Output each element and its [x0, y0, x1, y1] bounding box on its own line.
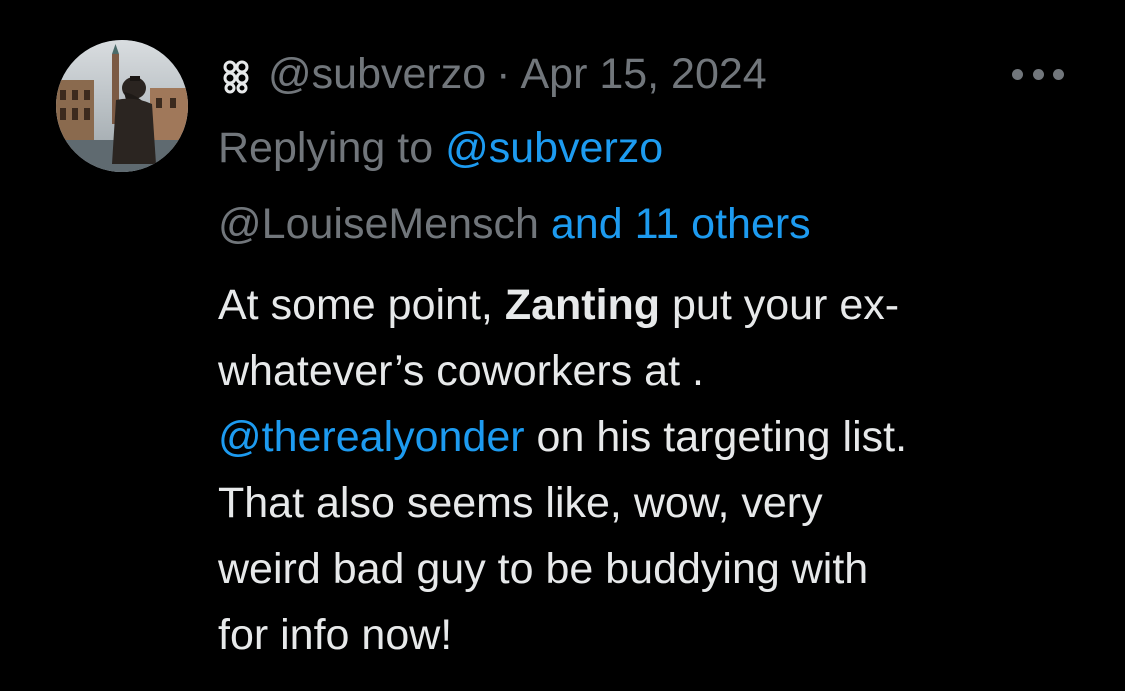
reply-user-link[interactable]: @subverzo [445, 124, 663, 172]
tweet-line-4: That also seems like, wow, very [218, 479, 823, 527]
reply-others-link[interactable]: and 11 others [551, 200, 811, 248]
replying-to-line-2: @LouiseMensch and 11 others [218, 196, 811, 252]
tweet-line-3: @therealyonder on his targeting list. [218, 404, 1098, 470]
tweet-line-1: At some point, Zanting put your ex- [218, 272, 1098, 338]
tweet-line-2: whatever’s coworkers at . [218, 347, 704, 395]
text-segment: put your ex- [660, 281, 900, 329]
tweet-text: At some point, Zanting put your ex- what… [218, 272, 1098, 668]
avatar[interactable] [56, 40, 188, 172]
text-segment: At some point, [218, 281, 505, 329]
more-options-icon[interactable] [1012, 62, 1064, 86]
tweet-line-5: weird bad guy to be buddying with [218, 545, 869, 593]
bold-name: Zanting [504, 281, 661, 329]
tweet: @subverzo · Apr 15, 2024 Replying to @su… [0, 0, 1125, 691]
mention-link[interactable]: @therealyonder [218, 413, 525, 461]
replying-to-label: Replying to [218, 124, 446, 172]
author-handle[interactable]: @subverzo [268, 50, 486, 99]
meta-separator: · [496, 49, 511, 98]
ellipsis-dot [1032, 68, 1044, 80]
flower-emoji-icon [218, 56, 254, 94]
tweet-date[interactable]: Apr 15, 2024 [520, 50, 766, 99]
tweet-header: @subverzo · Apr 15, 2024 [218, 46, 767, 102]
tweet-line-6: for info now! [218, 611, 453, 659]
ellipsis-dot [1053, 68, 1064, 80]
replying-to-line: Replying to @subverzo [218, 120, 663, 176]
ellipsis-dot [1012, 68, 1023, 80]
reply-user-2[interactable]: @LouiseMensch [218, 200, 539, 248]
text-segment: on his targeting list. [524, 413, 908, 461]
avatar-image [56, 40, 188, 172]
